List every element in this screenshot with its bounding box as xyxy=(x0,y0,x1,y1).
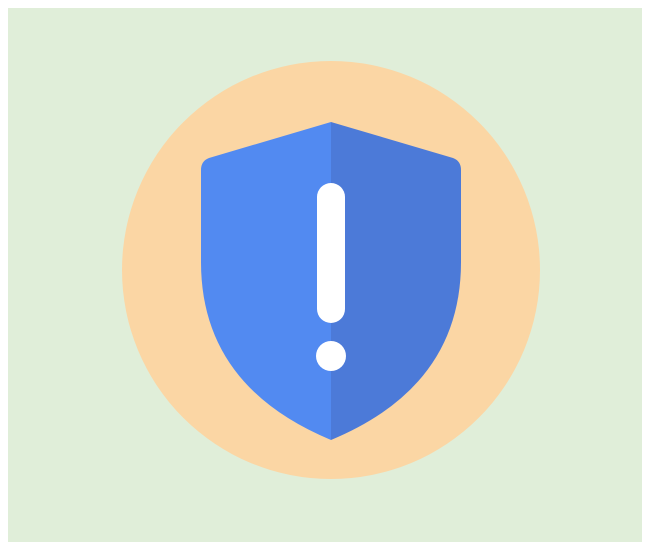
exclamation-bar xyxy=(317,183,345,323)
image-frame xyxy=(0,0,650,550)
exclamation-dot xyxy=(316,341,346,371)
shield-warning-illustration xyxy=(0,0,650,550)
